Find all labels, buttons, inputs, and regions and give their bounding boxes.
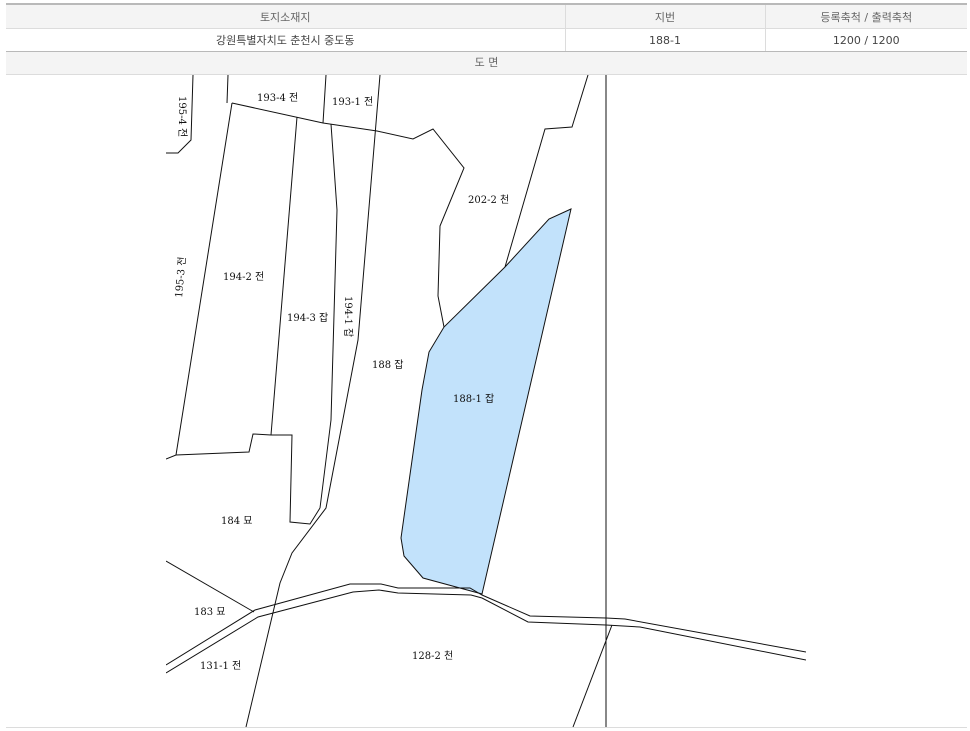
- road-upper-edge: [166, 583, 806, 666]
- parcel-label-188: 188 잡: [372, 359, 403, 371]
- parcel-label-195-4: 195-4 전: [176, 96, 188, 137]
- boundary-line: [226, 75, 229, 104]
- boundary-line: [245, 75, 381, 727]
- bottom-divider: [6, 727, 967, 728]
- parcel-label-128-2: 128-2 천: [412, 650, 453, 662]
- parcel-label-188-1: 188-1 잡: [453, 393, 494, 405]
- parcel-label-131-1: 131-1 전: [200, 660, 241, 672]
- parcel-label-195-3: 195-3 전: [173, 256, 189, 298]
- boundary-line: [231, 102, 465, 328]
- parcel-label-184: 184 묘: [221, 516, 252, 527]
- parcel-label-193-4: 193-4 전: [257, 92, 298, 104]
- boundary-line: [166, 433, 321, 525]
- parcel-label-194-2: 194-2 전: [223, 271, 264, 283]
- cadastral-map: 193-4 전 193-1 전 195-4 전 202-2 천 195-3 전 …: [166, 75, 806, 727]
- parcel-label-202-2: 202-2 천: [468, 194, 509, 206]
- parcel-label-194-1: 194-1 잡: [342, 296, 354, 337]
- parcel-label-194-3: 194-3 잡: [287, 312, 328, 324]
- boundary-line: [270, 116, 298, 436]
- parcel-label-183: 183 묘: [194, 607, 225, 618]
- boundary-line: [166, 560, 255, 613]
- parcel-label-193-1: 193-1 전: [332, 96, 373, 108]
- boundary-line: [322, 75, 327, 124]
